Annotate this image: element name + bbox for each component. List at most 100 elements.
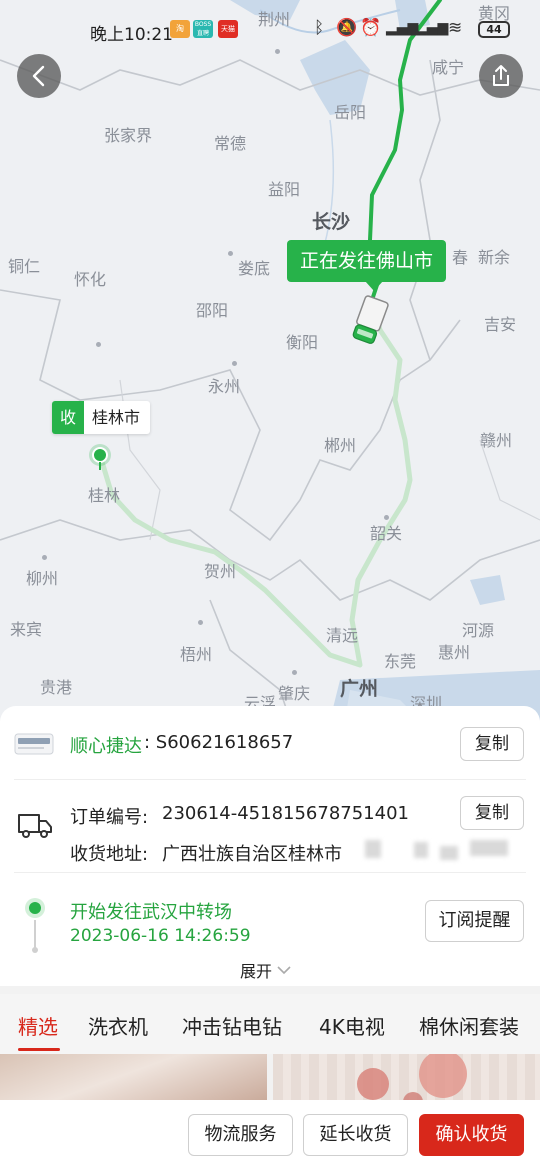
tab-impact-drill[interactable]: 冲击钻电钻 bbox=[182, 1011, 282, 1040]
destination-tag: 收 桂林市 bbox=[52, 401, 151, 434]
city-label: 衡阳 bbox=[286, 333, 319, 352]
redacted-address bbox=[440, 846, 458, 860]
destination-city: 桂林市 bbox=[92, 408, 141, 427]
product-card-image[interactable] bbox=[273, 1054, 540, 1104]
latest-status-row: 开始发往武汉中转场 2023-06-16 14:26:59 订阅提醒 展开 bbox=[0, 872, 540, 986]
city-label: 桂林 bbox=[88, 486, 121, 505]
logistics-map[interactable]: 荆州 咸宁 黄冈 张家界 常德 岳阳 益阳 长沙 新余 春 铜仁 怀化 娄底 邵… bbox=[0, 0, 540, 720]
confirm-receipt-button[interactable]: 确认收货 bbox=[419, 1114, 524, 1156]
city-label: 益阳 bbox=[268, 180, 301, 199]
timeline-dot-icon bbox=[25, 898, 45, 953]
city-label: 清远 bbox=[326, 626, 359, 645]
city-label: 郴州 bbox=[324, 436, 357, 455]
redacted-address bbox=[414, 842, 428, 858]
courier-name: 顺心捷达 bbox=[70, 736, 142, 757]
chevron-left-icon bbox=[32, 65, 45, 87]
tab-casual-suit[interactable]: 棉休闲套装 bbox=[419, 1011, 519, 1040]
courier-row: 顺心捷达 : S60621618657 复制 bbox=[0, 706, 540, 778]
city-label: 怀化 bbox=[74, 270, 107, 289]
city-label: 邵阳 bbox=[196, 301, 229, 320]
city-label: 广州 bbox=[340, 678, 379, 700]
mute-icon: 🔕 bbox=[336, 18, 358, 38]
order-number: 230614-451815678751401 bbox=[162, 803, 409, 824]
copy-tracking-button[interactable]: 复制 bbox=[460, 727, 524, 761]
city-label: 梧州 bbox=[180, 645, 213, 664]
city-label: 韶关 bbox=[370, 524, 403, 543]
logistics-service-button[interactable]: 物流服务 bbox=[188, 1114, 293, 1156]
receive-badge: 收 bbox=[52, 401, 84, 434]
city-label: 张家界 bbox=[104, 126, 153, 145]
city-dot bbox=[198, 620, 203, 625]
transit-heading-bubble: 正在发往佛山市 bbox=[287, 240, 447, 291]
city-label: 东莞 bbox=[384, 652, 417, 671]
product-thumbnail-icon bbox=[14, 733, 54, 755]
wifi-icon: ≋ bbox=[448, 18, 463, 38]
back-button[interactable] bbox=[17, 54, 61, 98]
alarm-icon: ⏰ bbox=[360, 18, 382, 38]
latest-status-time: 2023-06-16 14:26:59 bbox=[70, 926, 251, 946]
redacted-address bbox=[470, 840, 508, 856]
tab-featured[interactable]: 精选 bbox=[18, 1011, 58, 1040]
city-label: 长沙 bbox=[312, 211, 351, 233]
truck-icon bbox=[352, 298, 388, 344]
city-label: 春 bbox=[452, 248, 469, 267]
order-row: 订单编号: 230614-451815678751401 复制 收货地址: 广西… bbox=[0, 780, 540, 870]
city-label: 岳阳 bbox=[334, 103, 367, 122]
city-dot bbox=[96, 342, 101, 347]
boss-zhipin-icon: BOSS直聘 bbox=[193, 20, 213, 38]
address-label: 收货地址: bbox=[70, 844, 149, 865]
tab-4k-tv[interactable]: 4K电视 bbox=[319, 1011, 385, 1040]
subscribe-button[interactable]: 订阅提醒 bbox=[425, 900, 524, 942]
truck-outline-icon bbox=[18, 814, 52, 838]
expand-toggle[interactable]: 展开 bbox=[240, 958, 292, 982]
redacted-address bbox=[365, 840, 381, 858]
signal-1-icon: ▂▄▆ bbox=[386, 20, 419, 36]
share-icon bbox=[493, 65, 509, 86]
signal-2-icon: ▂▄▆ bbox=[416, 20, 449, 36]
address-value: 广西壮族自治区桂林市 bbox=[162, 844, 342, 865]
taobao-icon: 淘 bbox=[170, 20, 190, 38]
map-background bbox=[0, 0, 540, 720]
bottom-action-bar: 物流服务 延长收货 确认收货 bbox=[0, 1100, 540, 1170]
city-label: 贵港 bbox=[40, 678, 73, 697]
expand-label: 展开 bbox=[240, 962, 273, 981]
city-label: 铜仁 bbox=[8, 257, 41, 276]
city-label: 常德 bbox=[214, 134, 247, 153]
recommendation-tabs: 精选 洗衣机 冲击钻电钻 4K电视 棉休闲套装 bbox=[0, 994, 540, 1054]
city-dot bbox=[384, 515, 389, 520]
product-image-decoration bbox=[357, 1054, 467, 1104]
logistics-card: 顺心捷达 : S60621618657 复制 订单编号: 230614-4518… bbox=[0, 706, 540, 986]
city-dot bbox=[42, 555, 47, 560]
active-tab-indicator bbox=[18, 1048, 60, 1051]
city-label: 新余 bbox=[478, 248, 511, 267]
city-label: 贺州 bbox=[204, 562, 237, 581]
bluetooth-icon: ᛒ bbox=[314, 18, 325, 38]
city-dot bbox=[292, 670, 297, 675]
city-label: 吉安 bbox=[484, 315, 517, 334]
copy-order-button[interactable]: 复制 bbox=[460, 796, 524, 830]
tmall-icon: 天猫 bbox=[218, 20, 238, 38]
city-label: 河源 bbox=[462, 621, 495, 640]
tracking-number: : S60621618657 bbox=[144, 732, 294, 753]
destination-pin-icon bbox=[89, 444, 111, 470]
latest-status-text: 开始发往武汉中转场 bbox=[70, 902, 232, 923]
product-feed bbox=[0, 1054, 540, 1104]
share-button[interactable] bbox=[479, 54, 523, 98]
tab-washing-machine[interactable]: 洗衣机 bbox=[88, 1011, 148, 1040]
status-bar: 晚上10:21 淘 BOSS直聘 天猫 ᛒ 🔕 ⏰ ▂▄▆ ▂▄▆ ≋ 44 bbox=[0, 0, 540, 60]
order-number-label: 订单编号: bbox=[70, 807, 149, 828]
city-label: 永州 bbox=[208, 377, 241, 396]
extend-receipt-button[interactable]: 延长收货 bbox=[303, 1114, 408, 1156]
product-card-image[interactable] bbox=[0, 1054, 267, 1104]
city-label: 赣州 bbox=[480, 431, 513, 450]
city-dot bbox=[232, 361, 237, 366]
status-time: 晚上10:21 bbox=[90, 25, 173, 45]
battery-icon: 44 bbox=[478, 21, 510, 38]
city-label: 娄底 bbox=[238, 259, 271, 278]
city-label: 柳州 bbox=[26, 569, 59, 588]
city-label: 肇庆 bbox=[278, 684, 311, 703]
city-label: 惠州 bbox=[438, 643, 471, 662]
city-dot bbox=[228, 251, 233, 256]
chevron-down-icon bbox=[277, 966, 291, 975]
city-label: 来宾 bbox=[10, 620, 43, 639]
